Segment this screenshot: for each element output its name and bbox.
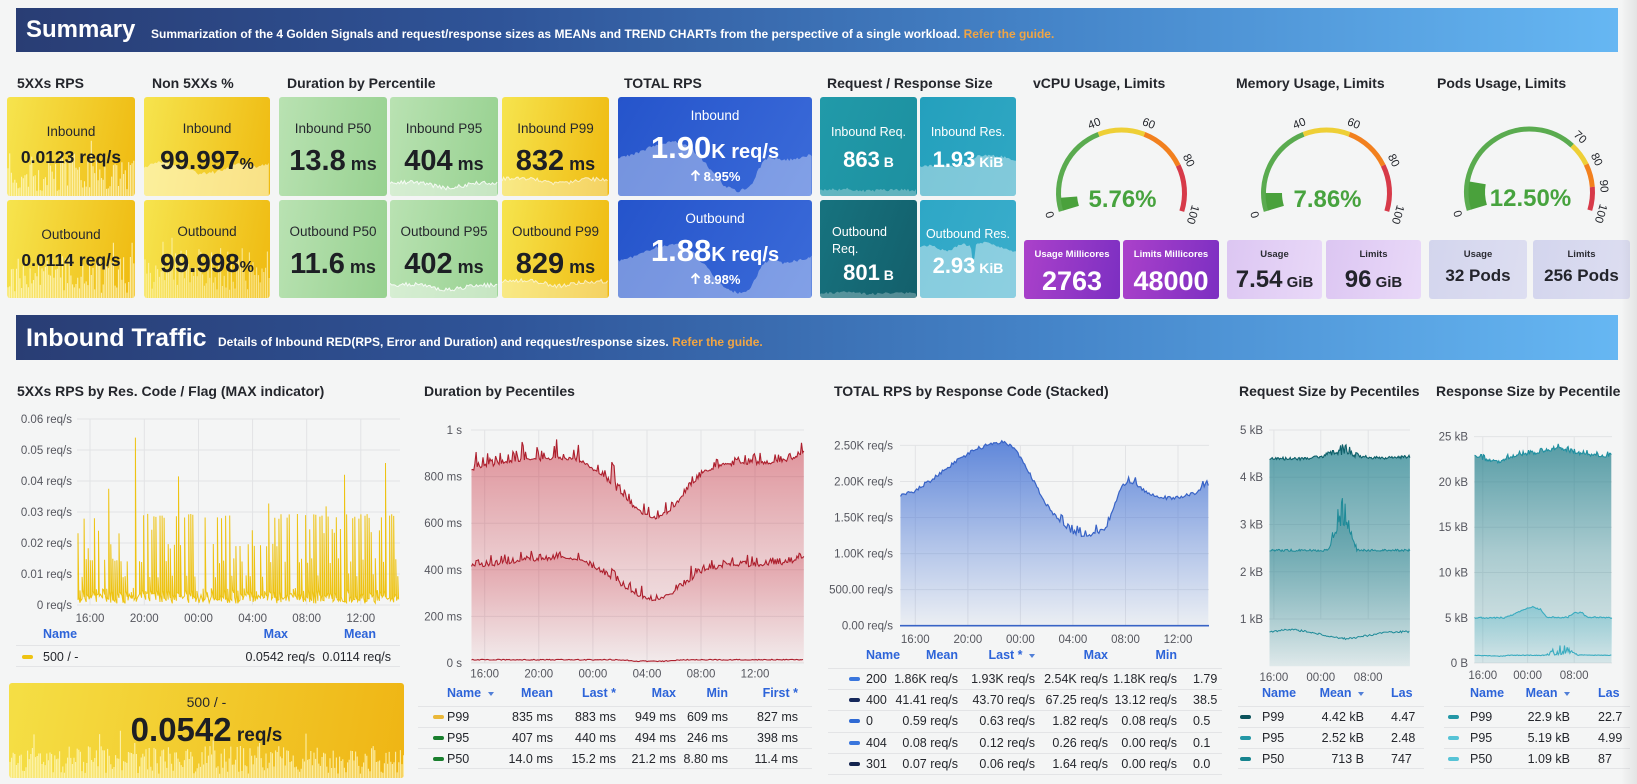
- svg-text:08:00: 08:00: [1111, 634, 1140, 646]
- svg-text:10 kB: 10 kB: [1439, 568, 1469, 580]
- svg-text:60: 60: [1140, 116, 1156, 132]
- svg-text:200 ms: 200 ms: [424, 611, 462, 623]
- svg-text:0: 0: [1452, 209, 1465, 219]
- svg-text:800 ms: 800 ms: [424, 472, 462, 484]
- svg-text:600 ms: 600 ms: [424, 518, 462, 530]
- svg-text:5 kB: 5 kB: [1445, 613, 1468, 625]
- svg-text:00:00: 00:00: [579, 669, 608, 681]
- svg-text:12:00: 12:00: [346, 613, 375, 625]
- svg-text:08:00: 08:00: [1560, 670, 1589, 682]
- svg-text:0.03 req/s: 0.03 req/s: [21, 507, 72, 519]
- svg-text:100: 100: [1389, 203, 1406, 225]
- svg-text:00:00: 00:00: [184, 613, 213, 625]
- svg-text:40: 40: [1086, 116, 1102, 132]
- svg-text:5.76%: 5.76%: [1088, 186, 1156, 213]
- svg-text:0.01 req/s: 0.01 req/s: [21, 569, 72, 581]
- svg-text:80: 80: [1385, 152, 1401, 169]
- svg-text:0: 0: [1044, 210, 1057, 220]
- svg-text:2.00K req/s: 2.00K req/s: [834, 477, 893, 489]
- svg-text:2 kB: 2 kB: [1240, 567, 1263, 579]
- svg-text:0.06 req/s: 0.06 req/s: [21, 414, 72, 426]
- svg-text:20:00: 20:00: [954, 634, 983, 646]
- svg-text:04:00: 04:00: [633, 669, 662, 681]
- svg-text:0.02 req/s: 0.02 req/s: [21, 538, 72, 550]
- svg-text:100: 100: [1184, 203, 1201, 225]
- svg-text:00:00: 00:00: [1306, 672, 1335, 684]
- svg-text:16:00: 16:00: [1468, 670, 1497, 682]
- svg-text:0: 0: [1249, 210, 1262, 220]
- svg-text:20:00: 20:00: [130, 613, 159, 625]
- svg-text:500.00 req/s: 500.00 req/s: [829, 585, 893, 597]
- svg-text:3 kB: 3 kB: [1240, 520, 1263, 532]
- svg-text:0.04 req/s: 0.04 req/s: [21, 476, 72, 488]
- svg-text:40: 40: [1291, 116, 1307, 132]
- svg-text:20 kB: 20 kB: [1439, 477, 1469, 489]
- svg-text:16:00: 16:00: [470, 669, 499, 681]
- svg-text:08:00: 08:00: [687, 669, 716, 681]
- svg-text:80: 80: [1180, 152, 1196, 169]
- svg-text:0 s: 0 s: [447, 658, 463, 670]
- svg-text:1 kB: 1 kB: [1240, 614, 1263, 626]
- svg-text:08:00: 08:00: [292, 613, 321, 625]
- svg-text:12:00: 12:00: [1164, 634, 1193, 646]
- svg-text:16:00: 16:00: [901, 634, 930, 646]
- svg-text:1 s: 1 s: [447, 425, 463, 437]
- svg-text:60: 60: [1345, 116, 1361, 132]
- svg-text:2.50K req/s: 2.50K req/s: [834, 440, 893, 452]
- svg-text:12.50%: 12.50%: [1490, 185, 1571, 212]
- svg-text:0 req/s: 0 req/s: [37, 600, 72, 612]
- svg-text:80: 80: [1588, 151, 1604, 168]
- svg-text:12:00: 12:00: [741, 669, 770, 681]
- svg-text:100: 100: [1592, 202, 1609, 224]
- svg-text:1.50K req/s: 1.50K req/s: [834, 513, 893, 525]
- svg-text:5 kB: 5 kB: [1240, 425, 1263, 437]
- svg-text:00:00: 00:00: [1006, 634, 1035, 646]
- svg-text:16:00: 16:00: [1260, 672, 1289, 684]
- svg-text:20:00: 20:00: [524, 669, 553, 681]
- svg-text:1.00K req/s: 1.00K req/s: [834, 549, 893, 561]
- svg-text:90: 90: [1597, 179, 1610, 193]
- svg-text:25 kB: 25 kB: [1439, 432, 1469, 444]
- svg-text:15 kB: 15 kB: [1439, 522, 1469, 534]
- svg-text:04:00: 04:00: [238, 613, 267, 625]
- svg-text:00:00: 00:00: [1513, 670, 1542, 682]
- svg-text:7.86%: 7.86%: [1293, 186, 1361, 213]
- svg-text:4 kB: 4 kB: [1240, 472, 1263, 484]
- svg-text:0.00 req/s: 0.00 req/s: [842, 621, 893, 633]
- svg-text:0.05 req/s: 0.05 req/s: [21, 445, 72, 457]
- svg-text:16:00: 16:00: [76, 613, 105, 625]
- svg-text:08:00: 08:00: [1354, 672, 1383, 684]
- svg-text:0 B: 0 B: [1451, 658, 1469, 670]
- svg-text:400 ms: 400 ms: [424, 565, 462, 577]
- svg-text:04:00: 04:00: [1059, 634, 1088, 646]
